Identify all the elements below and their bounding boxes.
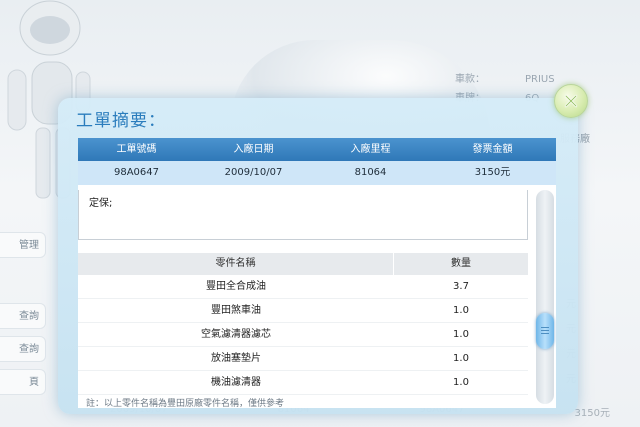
header-quantity: 數量 xyxy=(451,258,471,269)
modal-title: 工單摘要： xyxy=(76,111,166,131)
header-invoice-amount: 發票金額 xyxy=(472,144,513,155)
part-quantity: 3.7 xyxy=(453,281,469,292)
table-row: 空氣濾清器濾芯 1.0 xyxy=(78,323,528,347)
service-memo: 定保; xyxy=(78,190,528,240)
cell-entry-date: 2009/10/07 xyxy=(224,167,283,178)
table-row: 放油塞墊片 1.0 xyxy=(78,347,528,371)
bg-cell: 3150元 xyxy=(574,408,610,419)
cell-invoice-amount: 3150元 xyxy=(474,167,511,178)
left-nav-item[interactable]: 查詢 xyxy=(0,336,46,362)
scrollbar-thumb[interactable] xyxy=(536,313,554,349)
part-name: 放油塞墊片 xyxy=(211,353,261,364)
info-value: PRIUS xyxy=(525,74,555,85)
part-quantity: 1.0 xyxy=(453,329,469,340)
header-part-name: 零件名稱 xyxy=(78,253,394,275)
part-name: 空氣濾清器濾芯 xyxy=(201,329,271,340)
left-nav-item[interactable]: 查詢 xyxy=(0,303,46,329)
summary-table-header: 工單號碼 入廠日期 入廠里程 發票金額 xyxy=(78,138,556,161)
part-quantity: 1.0 xyxy=(453,305,469,316)
work-order-summary-modal: 工單摘要： 工單號碼 入廠日期 入廠里程 發票金額 98A0647 2009/1… xyxy=(58,84,588,414)
parts-table: 零件名稱 數量 豐田全合成油 3.7 豐田煞車油 1.0 空氣濾清器濾芯 1.0… xyxy=(78,253,528,395)
part-quantity: 1.0 xyxy=(453,353,469,364)
table-row: 豐田全合成油 3.7 xyxy=(78,275,528,299)
cell-entry-mileage: 81064 xyxy=(354,167,387,178)
part-name: 豐田全合成油 xyxy=(206,281,266,292)
summary-table-row: 98A0647 2009/10/07 81064 3150元 xyxy=(78,161,556,185)
table-row: 豐田煞車油 1.0 xyxy=(78,299,528,323)
table-row: 機油濾清器 1.0 xyxy=(78,371,528,395)
parts-footnote: 註：以上零件名稱為豐田原廠零件名稱，僅供參考 xyxy=(86,399,285,408)
header-entry-date: 入廠日期 xyxy=(233,144,274,155)
summary-panel: 工單號碼 入廠日期 入廠里程 發票金額 98A0647 2009/10/07 8… xyxy=(78,138,556,408)
part-name: 機油濾清器 xyxy=(211,377,261,388)
part-name: 豐田煞車油 xyxy=(211,305,261,316)
left-nav-item[interactable]: 管理 xyxy=(0,232,46,258)
close-icon xyxy=(564,94,578,108)
header-entry-mileage: 入廠里程 xyxy=(350,144,391,155)
parts-table-header: 零件名稱 數量 xyxy=(78,253,528,275)
close-button[interactable] xyxy=(554,84,588,118)
info-label: 車款： xyxy=(455,74,485,85)
cell-work-order-no: 98A0647 xyxy=(113,167,159,178)
part-quantity: 1.0 xyxy=(453,377,469,388)
scrollbar-track[interactable] xyxy=(536,190,554,404)
header-work-order-no: 工單號碼 xyxy=(116,144,157,155)
left-nav-item[interactable]: 頁 xyxy=(0,369,46,395)
